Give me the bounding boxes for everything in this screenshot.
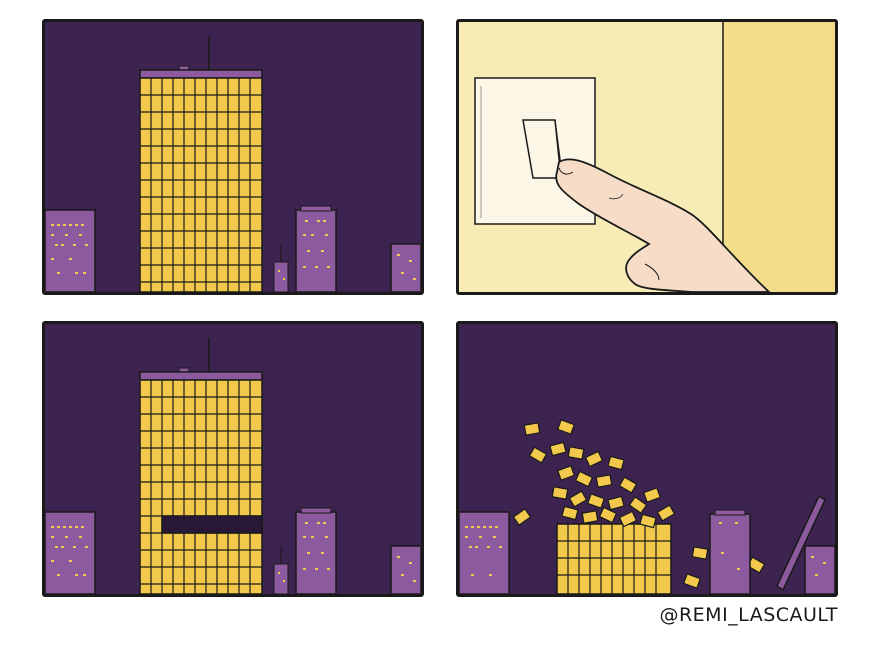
left-building (45, 209, 96, 292)
main-tower (139, 36, 263, 292)
tower-remains (556, 523, 672, 594)
panel-2-light-switch (456, 19, 838, 295)
collapse-scene (459, 324, 835, 594)
artist-credit: @REMI_LASCAULT (659, 604, 838, 626)
main-tower (139, 338, 263, 594)
far-right-building (804, 545, 835, 594)
night-city-scene-dark-row (45, 324, 421, 594)
far-right-building (390, 545, 421, 594)
panel-4-windows-collapsing (456, 321, 838, 597)
panel-1-lit-skyscraper (42, 19, 424, 295)
right-mid-building (295, 507, 337, 594)
left-building (459, 511, 510, 594)
right-mid-building (709, 509, 751, 594)
light-switch-scene (459, 22, 835, 292)
dark-window-row (161, 515, 263, 534)
right-mid-building (295, 205, 337, 292)
panel-3-row-switched-off (42, 321, 424, 597)
night-city-scene (45, 22, 421, 292)
left-building (45, 511, 96, 594)
far-right-building (390, 243, 421, 292)
